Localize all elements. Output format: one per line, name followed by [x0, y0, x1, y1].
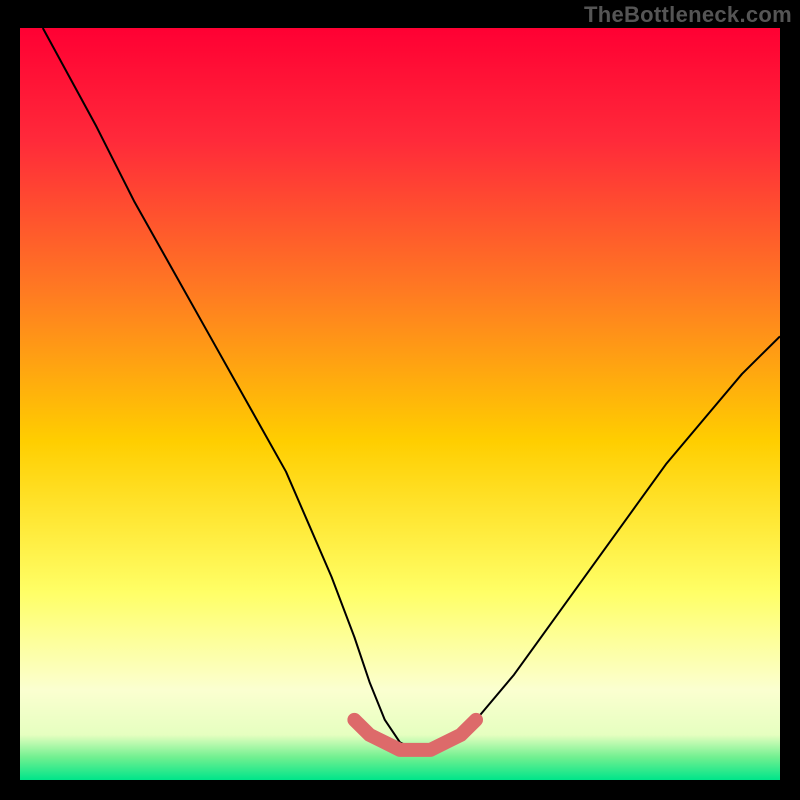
- chart-container: TheBottleneck.com: [0, 0, 800, 800]
- gradient-background: [20, 28, 780, 780]
- chart-svg: [20, 28, 780, 780]
- plot-area: [20, 28, 780, 780]
- watermark-text: TheBottleneck.com: [584, 2, 792, 28]
